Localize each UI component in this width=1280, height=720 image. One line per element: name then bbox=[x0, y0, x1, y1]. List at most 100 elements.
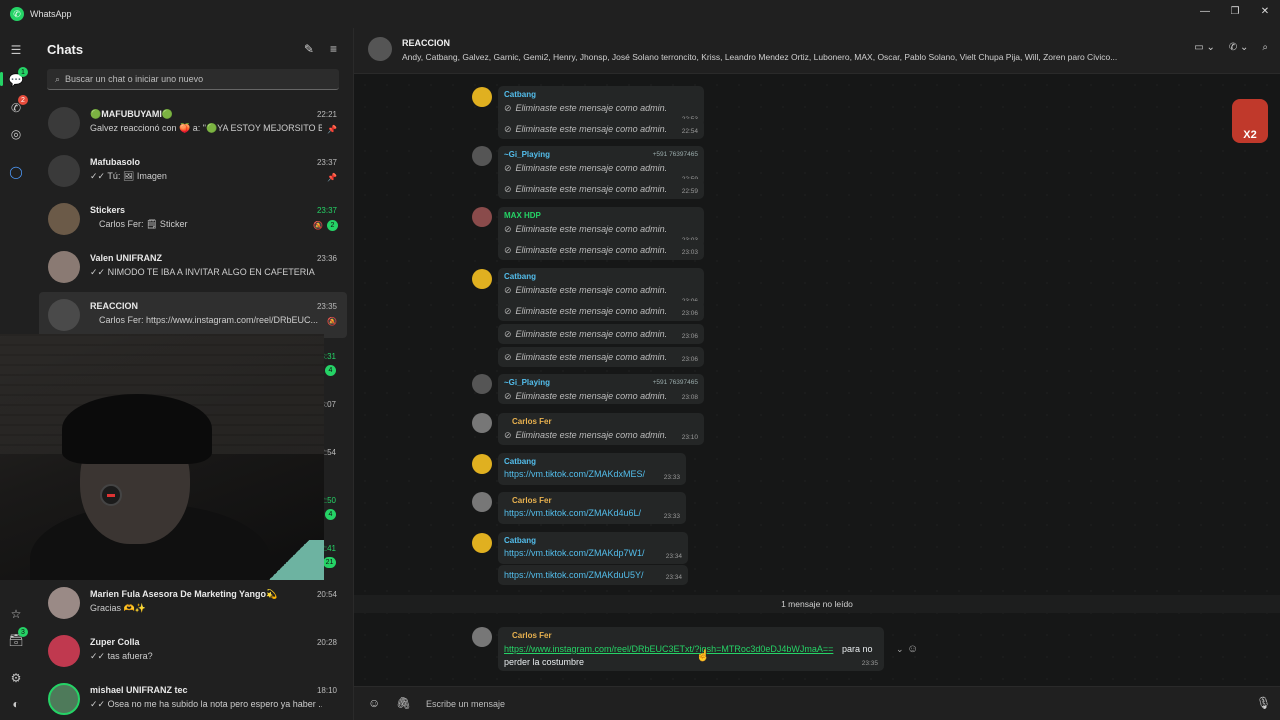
message-bubble[interactable]: ⊘ Eliminaste este mensaje como admin. 22:… bbox=[498, 179, 704, 199]
message-bubble[interactable]: ⊘ Eliminaste este mensaje como admin. 22:… bbox=[498, 119, 704, 139]
group-avatar bbox=[48, 155, 80, 187]
minimize-icon[interactable]: — bbox=[1190, 0, 1220, 22]
sender-avatar[interactable] bbox=[472, 269, 492, 289]
sender-name: Catbang bbox=[504, 457, 536, 466]
sender-avatar[interactable] bbox=[472, 207, 492, 227]
chevron-down-icon[interactable]: ⌄ bbox=[896, 644, 904, 655]
message-bubble[interactable]: ⊘ Eliminaste este mensaje como admin. 23:… bbox=[498, 240, 704, 260]
message-input[interactable] bbox=[426, 695, 1246, 713]
sender-avatar[interactable] bbox=[472, 413, 492, 433]
chat-name: Marien Fula Asesora De Marketing Yango💫 bbox=[90, 589, 278, 599]
restore-icon[interactable]: ❐ bbox=[1220, 0, 1250, 22]
unread-badge: 4 bbox=[325, 509, 336, 520]
meta-ai-icon[interactable]: ◯ bbox=[6, 162, 26, 182]
message-bubble[interactable]: Carlos Fer ⊘ Eliminaste este mensaje como… bbox=[498, 413, 704, 445]
message-bubble[interactable]: ~Gi_Playing +591 76397465 ⊘ Eliminaste es… bbox=[498, 374, 704, 404]
sender-avatar[interactable] bbox=[472, 374, 492, 394]
attach-icon[interactable]: 🖇 bbox=[396, 696, 411, 710]
webcam-headset bbox=[100, 484, 122, 506]
search-box[interactable]: ⌕ bbox=[47, 69, 339, 90]
sender-avatar[interactable] bbox=[472, 533, 492, 553]
chat-item[interactable]: Stickers 23:37 Carlos Fer: 🗒 Sticker 🔕 2 bbox=[39, 196, 347, 242]
chat-avatar bbox=[48, 683, 80, 715]
sender-avatar[interactable] bbox=[472, 492, 492, 512]
deleted-message: ⊘ Eliminaste este mensaje como admin. bbox=[504, 245, 668, 255]
group-avatar[interactable] bbox=[368, 37, 392, 61]
message-time: 23:33 bbox=[663, 474, 680, 481]
message-link[interactable]: https://vm.tiktok.com/ZMAKduU5Y/ bbox=[504, 570, 644, 580]
message-bubble[interactable]: Catbang https://vm.tiktok.com/ZMAKdp7W1/… bbox=[498, 532, 688, 564]
message-link[interactable]: https://vm.tiktok.com/ZMAKdp7W1/ bbox=[504, 548, 645, 558]
voice-call-icon[interactable]: ✆ ⌄ bbox=[1229, 42, 1249, 53]
message-time: 23:35 bbox=[861, 660, 878, 667]
archive-icon[interactable]: 🗃 3 bbox=[6, 627, 28, 650]
calls-nav-badge: 2 bbox=[18, 95, 28, 105]
search-input[interactable] bbox=[65, 74, 316, 84]
message-time: 23:06 bbox=[681, 310, 698, 317]
chat-name: Mafubasolo bbox=[90, 157, 141, 167]
close-icon[interactable]: ✕ bbox=[1250, 0, 1280, 22]
chat-preview: Carlos Fer: https://www.instagram.com/re… bbox=[99, 315, 319, 325]
status-nav-icon[interactable]: ◎ bbox=[6, 124, 26, 144]
new-chat-icon[interactable]: ✎ bbox=[304, 42, 314, 56]
deleted-message: ⊘ Eliminaste este mensaje como admin. bbox=[504, 306, 668, 316]
chat-item[interactable]: Marien Fula Asesora De Marketing Yango💫 … bbox=[39, 580, 347, 626]
conversation-title[interactable]: REACCION bbox=[402, 38, 450, 48]
chat-preview: ✓✓ tas afuera? bbox=[90, 651, 153, 661]
chat-item[interactable]: mishael UNIFRANZ tec 18:10 ✓✓ Osea no me… bbox=[39, 676, 347, 720]
message-time: 23:34 bbox=[665, 574, 682, 581]
chats-nav-icon[interactable]: 💬 1 bbox=[6, 67, 28, 90]
sender-avatar[interactable] bbox=[472, 627, 492, 647]
sender-name: Carlos Fer bbox=[512, 631, 552, 640]
message-link[interactable]: https://vm.tiktok.com/ZMAKd4u6L/ bbox=[504, 508, 641, 518]
filter-icon[interactable]: ≡ bbox=[330, 42, 337, 56]
sender-avatar[interactable] bbox=[472, 454, 492, 474]
starred-icon[interactable]: ☆ bbox=[6, 604, 26, 624]
active-indicator bbox=[0, 72, 3, 86]
video-call-icon[interactable]: ▭ ⌄ bbox=[1194, 42, 1215, 53]
message-bubble[interactable]: Catbang https://vm.tiktok.com/ZMAKdxMES/… bbox=[498, 453, 686, 485]
emoji-reaction-icon[interactable]: ☺ bbox=[907, 643, 918, 655]
chat-name: Stickers bbox=[90, 205, 126, 215]
message-bubble[interactable]: Carlos Fer https://vm.tiktok.com/ZMAKd4u… bbox=[498, 492, 686, 524]
deleted-message: ⊘ Eliminaste este mensaje como admin. bbox=[504, 329, 668, 339]
emoji-icon[interactable]: ☺ bbox=[368, 696, 380, 710]
message-link[interactable]: https://vm.tiktok.com/ZMAKdxMES/ bbox=[504, 469, 645, 479]
mouse-cursor-icon: ☝ bbox=[696, 650, 710, 662]
message-bubble[interactable]: ⊘ Eliminaste este mensaje como admin. 23:… bbox=[498, 347, 704, 367]
chat-item[interactable]: Mafubasolo 23:37 ✓✓ Tú: 🖼 Imagen 📌 bbox=[39, 148, 347, 194]
chat-item-selected[interactable]: REACCION 23:35 Carlos Fer: https://www.i… bbox=[39, 292, 347, 338]
archive-badge: 3 bbox=[18, 627, 28, 637]
message-link[interactable]: https://www.instagram.com/reel/DRbEUC3ET… bbox=[504, 644, 833, 654]
sticker-message[interactable]: X2 bbox=[1232, 99, 1268, 143]
message-time: 23:33 bbox=[663, 513, 680, 520]
profile-avatar[interactable]: ◐ bbox=[6, 694, 26, 714]
sender-name: MAX HDP bbox=[504, 211, 541, 220]
messages-area: X2 Catbang ⊘ Eliminaste este mensaje como… bbox=[354, 74, 1280, 686]
chat-item[interactable]: Zuper Colla 20:28 ✓✓ tas afuera? bbox=[39, 628, 347, 674]
message-bubble[interactable]: ⊘ Eliminaste este mensaje como admin. 23:… bbox=[498, 324, 704, 344]
chat-item[interactable]: Valen UNIFRANZ 23:36 ✓✓ NIMODO TE IBA A … bbox=[39, 244, 347, 290]
chat-item[interactable]: 🟢MAFUBUYAMI🟢 22:21 Galvez reaccionó con … bbox=[39, 100, 347, 146]
message-time: 23:06 bbox=[681, 333, 698, 340]
message-bubble[interactable]: https://vm.tiktok.com/ZMAKduU5Y/ 23:34 bbox=[498, 565, 688, 585]
sender-name: ~Gi_Playing bbox=[504, 378, 551, 387]
sender-name: Carlos Fer bbox=[512, 417, 552, 426]
unread-badge: 21 bbox=[323, 557, 336, 568]
calls-nav-icon[interactable]: ✆ 2 bbox=[6, 95, 28, 118]
conversation-header[interactable]: REACCION Andy, Catbang, Galvez, Garnic, … bbox=[354, 28, 1280, 74]
sender-avatar[interactable] bbox=[472, 87, 492, 107]
chat-name: 🟢MAFUBUYAMI🟢 bbox=[90, 109, 174, 119]
message-bubble[interactable]: ⊘ Eliminaste este mensaje como admin. 23:… bbox=[498, 301, 704, 321]
ban-icon: ⊘ bbox=[504, 306, 512, 316]
menu-icon[interactable]: ☰ bbox=[6, 40, 26, 60]
chat-name: mishael UNIFRANZ tec bbox=[90, 685, 188, 695]
message-bubble[interactable]: Carlos Fer https://www.instagram.com/ree… bbox=[498, 627, 884, 671]
microphone-icon[interactable]: 🎙 bbox=[1256, 696, 1271, 710]
chat-time: 23:35 bbox=[316, 302, 337, 311]
settings-icon[interactable]: ⚙ bbox=[6, 668, 26, 688]
chat-preview: ✓✓ Tú: 🖼 Imagen bbox=[90, 171, 167, 181]
app-title: WhatsApp bbox=[30, 9, 72, 19]
sender-avatar[interactable] bbox=[472, 146, 492, 166]
search-icon[interactable]: ⌕ bbox=[1262, 42, 1268, 53]
